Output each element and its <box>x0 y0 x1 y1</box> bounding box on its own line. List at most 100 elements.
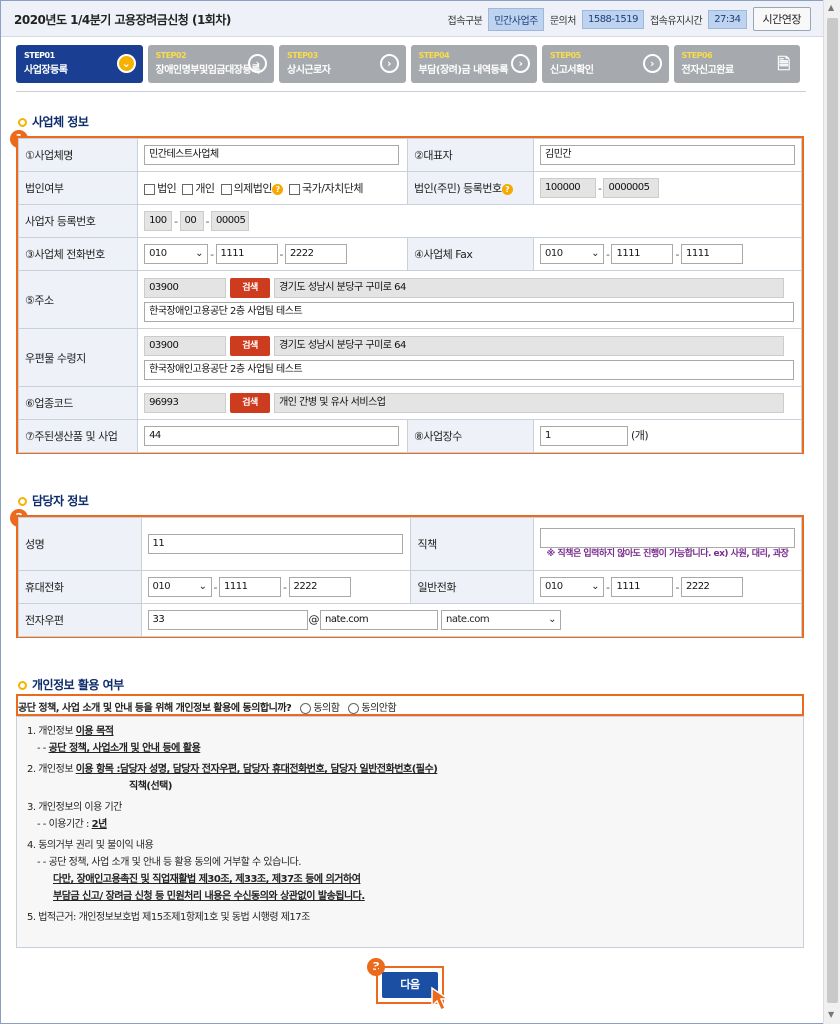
select-value: nate.com <box>446 614 490 625</box>
extend-time-button[interactable]: 시간연장 <box>752 7 811 31</box>
tel-last-input[interactable]: 2222 <box>680 577 743 597</box>
scroll-thumb[interactable] <box>827 18 838 1003</box>
step-5[interactable]: STEP05 신고서확인 › <box>542 45 669 83</box>
deemed-corp-checkbox[interactable] <box>220 183 232 195</box>
industry-code: 96993 <box>144 393 227 413</box>
position-note: ※ 직책은 입력하지 않아도 진행이 가능합니다. ex) 사원, 대리, 과장 <box>546 549 789 559</box>
sites-input[interactable]: 1 <box>540 426 628 446</box>
gov-checkbox[interactable] <box>289 183 301 195</box>
fax-area-select[interactable]: 010 ⌄ <box>540 244 604 264</box>
mail-address-label: 우편물 수령지 <box>17 328 139 387</box>
term-4a: - - 공단 정책, 사업 소개 및 안내 등 활용 동의에 거부할 수 있습니… <box>37 857 301 868</box>
email-domain-input[interactable]: nate.com <box>320 610 439 630</box>
select-value: 010 <box>545 248 563 259</box>
corp-option-label: 법인 <box>157 182 177 195</box>
phone-area-select[interactable]: 010 ⌄ <box>144 244 209 264</box>
mail-detail-input[interactable]: 한국장애인고용공단 2층 사업팀 테스트 <box>144 359 795 380</box>
industry-label: ⑥업종코드 <box>17 386 139 420</box>
cursor-arrow-icon <box>431 986 451 1012</box>
fax-last-input[interactable]: 1111 <box>680 244 743 264</box>
address-detail-input[interactable]: 한국장애인고용공단 2층 사업팀 테스트 <box>144 301 795 322</box>
term-4c: 부담금 신고/ 장려금 신청 등 민원처리 내용은 수신동의와 상관없이 발송됩… <box>53 891 365 902</box>
chevron-down-icon: ⌄ <box>116 54 136 73</box>
company-name-label: ①사업체명 <box>17 138 139 172</box>
company-info-table: ①사업체명 민간테스트사업체 ②대표자 김민간 법인여부 법인 개인 의제법인?… <box>17 138 802 453</box>
vertical-scrollbar[interactable]: ▲ ▼ <box>823 0 840 1024</box>
corp-reg-2: 0000005 <box>603 178 660 198</box>
step-6[interactable]: STEP06 전자신고완료 🗎 <box>673 45 800 83</box>
phone-last-input[interactable]: 2222 <box>285 244 348 264</box>
step-navigation: STEP01 사업장등록 ⌄ STEP02 장애인명부및임금대장등록 › STE… <box>16 45 800 83</box>
page-title: 2020년도 1/4분기 고용장려금신청 (1회차) <box>14 13 231 27</box>
address-search-button[interactable]: 검색 <box>230 277 271 298</box>
mail-search-button[interactable]: 검색 <box>230 335 271 356</box>
ceo-input[interactable]: 김민간 <box>540 145 795 165</box>
biz-no-label: 사업자 등록번호 <box>17 204 139 238</box>
fax-mid-input[interactable]: 1111 <box>611 244 674 264</box>
term-4b: 다만, 장애인고용촉진 및 직업재활법 제30조, 제33조, 제37조 등에 … <box>53 874 361 885</box>
step-4[interactable]: STEP04 부담(장려)금 내역등록 › <box>410 45 537 83</box>
industry-search-button[interactable]: 검색 <box>230 393 271 413</box>
step-1[interactable]: STEP01 사업장등록 ⌄ <box>16 45 143 83</box>
agree-radio[interactable] <box>300 702 312 714</box>
section-title-text: 사업체 정보 <box>32 115 89 129</box>
section-title-text: 개인정보 활용 여부 <box>32 678 124 692</box>
scroll-down-icon[interactable]: ▼ <box>828 1010 834 1019</box>
email-domain-select[interactable]: nate.com ⌄ <box>441 610 562 630</box>
phone-mid-input[interactable]: 1111 <box>215 244 278 264</box>
section-title-contact: 담당자 정보 <box>18 492 89 509</box>
corp-checkbox[interactable] <box>144 183 156 195</box>
term-4: 4. 동의거부 권리 및 불이익 내용 <box>27 840 154 851</box>
mobile-last-input[interactable]: 2222 <box>288 577 351 597</box>
email-id-input[interactable]: 33 <box>147 610 308 630</box>
industry-name: 개인 간병 및 유사 서비스업 <box>274 393 785 413</box>
session-timer: 27:34 <box>708 9 747 29</box>
address-main: 경기도 성남시 분당구 구미로 64 <box>274 277 785 298</box>
section-title-company: 사업체 정보 <box>18 113 89 130</box>
tel-area-select[interactable]: 010 ⌄ <box>540 577 604 597</box>
mobile-label: 휴대전화 <box>18 570 142 604</box>
company-name-input[interactable]: 민간테스트사업체 <box>144 145 400 165</box>
individual-checkbox[interactable] <box>182 183 194 195</box>
inquiry-label: 문의처 <box>549 15 577 27</box>
address-zip: 03900 <box>144 277 227 298</box>
bullet-icon <box>18 497 27 506</box>
mobile-area-select[interactable]: 010 ⌄ <box>147 577 212 597</box>
name-input[interactable]: 11 <box>147 534 403 554</box>
document-icon: 🗎 <box>777 54 790 73</box>
biz-no-3: 00005 <box>211 211 250 231</box>
step-3[interactable]: STEP03 상시근로자 › <box>279 45 406 83</box>
phone-label: ③사업체 전화번호 <box>17 237 139 271</box>
position-input[interactable] <box>540 528 795 548</box>
help-icon[interactable]: ? <box>272 183 284 195</box>
mail-main: 경기도 성남시 분당구 구미로 64 <box>274 335 785 356</box>
tel-mid-input[interactable]: 1111 <box>611 577 674 597</box>
inquiry-badge: 1588-1519 <box>581 9 644 29</box>
conn-type-label: 접속구분 <box>447 15 483 27</box>
chevron-down-icon: ⌄ <box>548 614 557 625</box>
deemed-corp-option-label: 의제법인 <box>233 182 273 195</box>
consent-question-bar: 공단 정책, 사업 소개 및 안내 등을 위해 개인정보 활용에 동의합니까? … <box>16 694 804 716</box>
mobile-mid-input[interactable]: 1111 <box>219 577 282 597</box>
chevron-down-icon: ⌄ <box>195 248 204 259</box>
company-info-box: ①사업체명 민간테스트사업체 ②대표자 김민간 법인여부 법인 개인 의제법인?… <box>16 136 804 454</box>
divider <box>16 91 806 92</box>
term-3a: - - 이용기간 : <box>37 819 92 830</box>
agree-label: 동의함 <box>313 703 340 714</box>
corp-reg-label: 법인(주민) 등록번호 <box>414 182 502 195</box>
contact-info-table: 성명 11 직책 ※ 직책은 입력하지 않아도 진행이 가능합니다. ex) 사… <box>18 517 803 637</box>
help-icon[interactable]: ? <box>501 183 513 195</box>
scroll-up-icon[interactable]: ▲ <box>828 3 834 12</box>
sites-label: ⑧사업장수 <box>407 419 534 453</box>
header-bar: 2020년도 1/4분기 고용장려금신청 (1회차) 접속구분 민간사업주 문의… <box>1 1 823 37</box>
term-1: 1. 개인정보 <box>27 726 76 737</box>
term-3: 3. 개인정보의 이용 기간 <box>27 802 122 813</box>
product-input[interactable]: 44 <box>144 426 400 446</box>
step-2[interactable]: STEP02 장애인명부및임금대장등록 › <box>147 45 274 83</box>
select-value: 010 <box>152 581 171 592</box>
disagree-radio[interactable] <box>348 702 360 714</box>
section-title-text: 담당자 정보 <box>32 494 89 508</box>
position-label: 직책 <box>410 517 534 571</box>
mail-zip: 03900 <box>144 335 227 356</box>
ceo-label: ②대표자 <box>407 138 534 172</box>
